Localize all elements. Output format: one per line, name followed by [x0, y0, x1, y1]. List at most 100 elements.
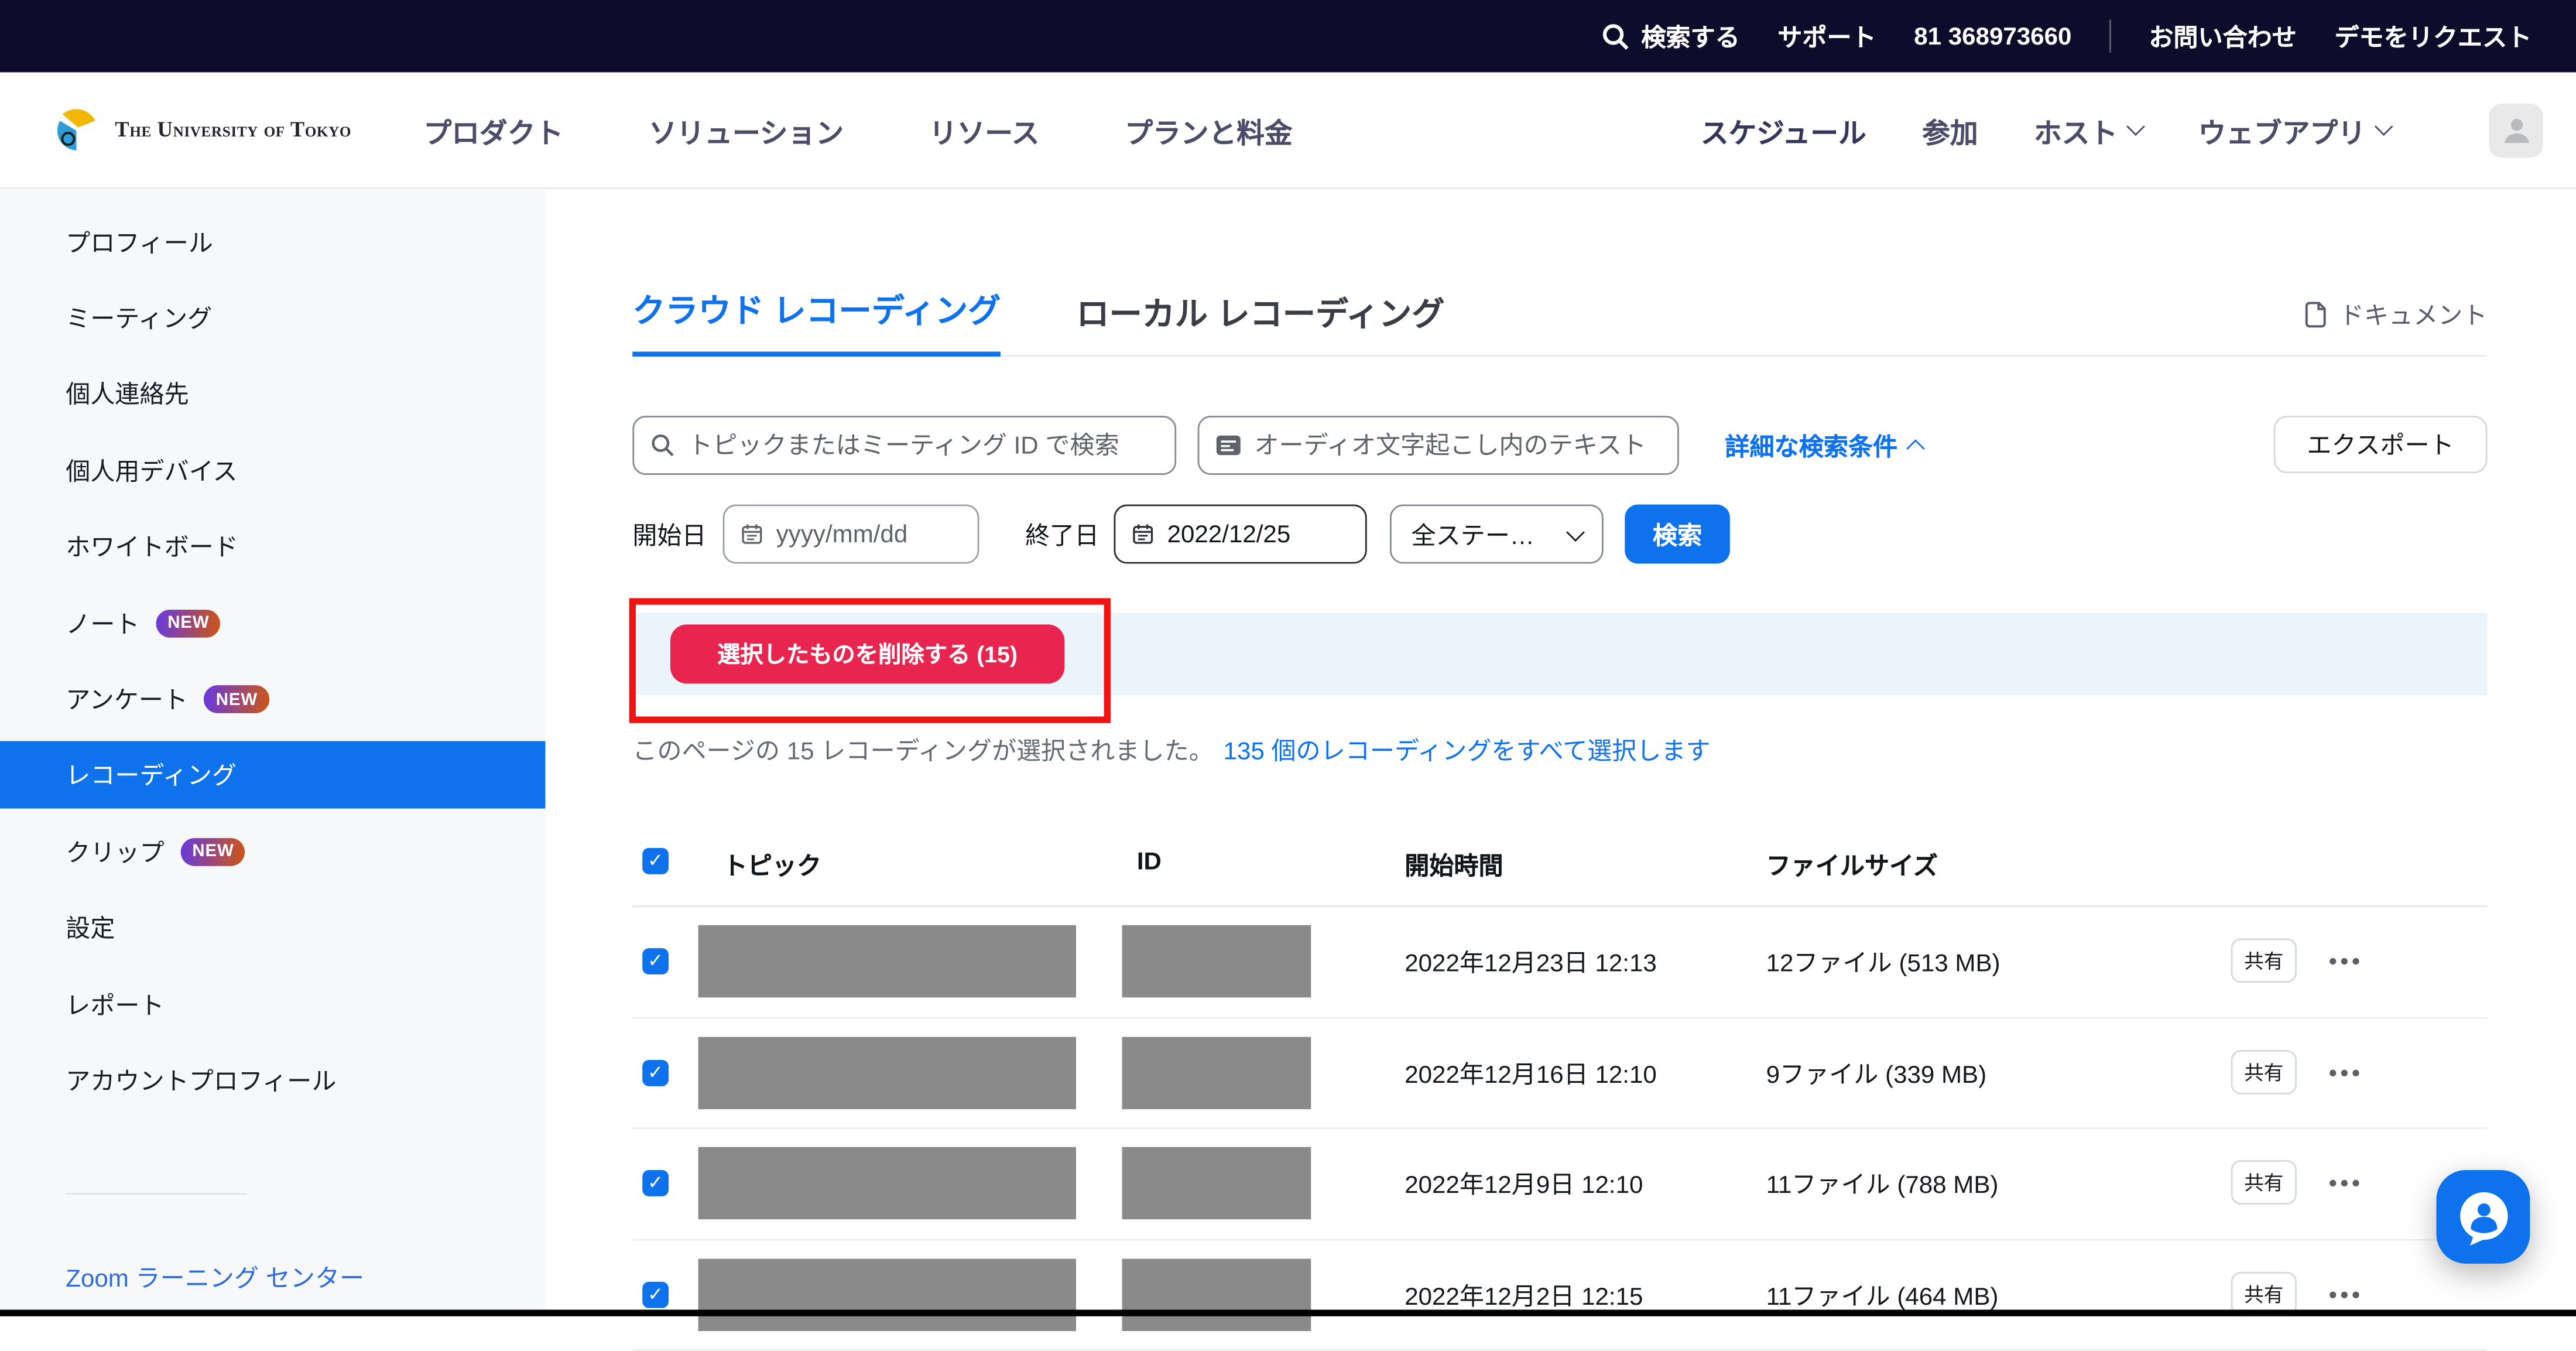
nav-schedule[interactable]: スケジュール — [1701, 110, 1866, 151]
status-select-value: 全ステー… — [1412, 517, 1535, 552]
topic-search-input[interactable] — [688, 432, 1158, 460]
more-actions-icon[interactable] — [2330, 1291, 2336, 1297]
tab-cloud-recordings[interactable]: クラウド レコーディング — [632, 284, 1001, 356]
sidebar: プロフィール ミーティング 個人連絡先 個人用デバイス ホワイトボード ノート N… — [0, 189, 546, 1316]
new-badge: NEW — [156, 609, 221, 637]
sidebar-item-profile[interactable]: プロフィール — [0, 204, 546, 280]
site-header: The University of Tokyo プロダクト ソリューション リソ… — [0, 72, 2576, 189]
topbar: 検索する サポート 81 368973660 お問い合わせ デモをリクエスト — [0, 0, 2576, 72]
sidebar-item-label: ノート — [66, 606, 139, 640]
sidebar-item-contacts[interactable]: 個人連絡先 — [0, 356, 546, 432]
row-start-time: 2022年12月2日 12:15 — [1405, 1278, 1643, 1312]
more-actions-icon[interactable] — [2330, 1069, 2336, 1075]
nav-plans-pricing[interactable]: プランと料金 — [1125, 110, 1292, 151]
chevron-down-icon — [2375, 117, 2393, 136]
selection-message: このページの 15 レコーディングが選択されました。 — [632, 732, 1213, 767]
nav-resources[interactable]: リソース — [929, 110, 1039, 151]
sidebar-item-clips[interactable]: クリップNEW — [0, 813, 546, 890]
calendar-icon — [1132, 521, 1155, 548]
university-logo-text: The University of Tokyo — [115, 117, 351, 143]
document-icon — [2303, 301, 2328, 329]
nav-webapp-menu[interactable]: ウェブアプリ — [2198, 110, 2390, 151]
row-checkbox[interactable] — [642, 1281, 669, 1307]
column-start-time: 開始時間 — [1405, 848, 1503, 883]
redacted-topic — [698, 1147, 1076, 1219]
tab-local-recordings[interactable]: ローカル レコーディング — [1076, 288, 1444, 355]
documentation-link[interactable]: ドキュメント — [2303, 297, 2487, 332]
export-button[interactable]: エクスポート — [2274, 416, 2488, 473]
sidebar-item-label: ホワイトボード — [66, 529, 238, 564]
nav-solutions[interactable]: ソリューション — [649, 110, 844, 151]
sidebar-item-reports[interactable]: レポート — [0, 966, 546, 1042]
sidebar-item-whiteboard[interactable]: ホワイトボード — [0, 509, 546, 585]
chevron-down-icon — [2126, 117, 2145, 136]
sidebar-item-label: レコーディング — [66, 758, 237, 793]
topbar-request-demo-link[interactable]: デモをリクエスト — [2334, 19, 2532, 53]
share-button[interactable]: 共有 — [2231, 938, 2297, 983]
sidebar-menu: プロフィール ミーティング 個人連絡先 個人用デバイス ホワイトボード ノート N… — [0, 189, 546, 1119]
row-checkbox[interactable] — [642, 1170, 669, 1196]
table-row: 2022年12月9日 12:10 11ファイル (788 MB) 共有 — [632, 1129, 2487, 1240]
nav-products[interactable]: プロダクト — [424, 110, 564, 151]
university-logo[interactable]: The University of Tokyo — [53, 105, 351, 155]
row-checkbox[interactable] — [642, 948, 669, 974]
share-button[interactable]: 共有 — [2231, 1160, 2297, 1205]
nav-host-menu[interactable]: ホスト — [2034, 110, 2142, 151]
sidebar-item-label: レポート — [66, 987, 164, 1021]
topbar-support-link[interactable]: サポート — [1777, 19, 1876, 53]
topbar-search-link[interactable]: 検索する — [1602, 19, 1740, 53]
transcript-search-input[interactable] — [1255, 432, 1661, 460]
chevron-up-icon — [1906, 439, 1925, 458]
learning-center-link[interactable]: Zoom ラーニング センター — [66, 1260, 545, 1294]
start-date-input[interactable] — [776, 520, 961, 548]
share-button[interactable]: 共有 — [2231, 1049, 2297, 1094]
header-right-nav: スケジュール 参加 ホスト ウェブアプリ — [1701, 102, 2576, 157]
delete-selected-button[interactable]: 選択したものを削除する (15) — [670, 624, 1064, 683]
documentation-label: ドキュメント — [2339, 297, 2488, 332]
selection-summary: このページの 15 レコーディングが選択されました。 135 個のレコーディング… — [632, 733, 2487, 766]
redacted-topic — [698, 1258, 1076, 1330]
row-checkbox[interactable] — [642, 1059, 669, 1086]
select-all-link[interactable]: 135 個のレコーディングをすべて選択します — [1224, 732, 1711, 767]
select-all-checkbox[interactable] — [642, 848, 669, 874]
advanced-search-link[interactable]: 詳細な検索条件 — [1725, 428, 1922, 463]
person-icon — [2498, 112, 2534, 148]
table-header: トピック ID 開始時間 ファイルサイズ — [632, 832, 2487, 907]
sidebar-item-recordings[interactable]: レコーディング — [0, 742, 546, 809]
sidebar-item-surveys[interactable]: アンケートNEW — [0, 661, 546, 737]
topbar-contact-link[interactable]: お問い合わせ — [2149, 19, 2297, 53]
redacted-topic — [698, 925, 1076, 997]
sidebar-item-notes[interactable]: ノート NEW — [0, 585, 546, 661]
search-row: 詳細な検索条件 エクスポート — [632, 416, 2487, 475]
sidebar-item-label: ミーティング — [66, 301, 212, 336]
column-file-size: ファイルサイズ — [1766, 848, 1938, 883]
university-ginkgo-icon — [53, 105, 102, 155]
sidebar-item-label: 個人連絡先 — [66, 377, 189, 412]
topbar-search-label: 検索する — [1641, 19, 1739, 53]
selection-banner: 選択したものを削除する (15) — [632, 613, 2487, 695]
sidebar-item-label: 設定 — [66, 911, 115, 945]
nav-webapp-label: ウェブアプリ — [2198, 110, 2366, 151]
row-start-time: 2022年12月16日 12:10 — [1405, 1056, 1657, 1090]
support-chat-button[interactable] — [2436, 1170, 2530, 1264]
status-select[interactable]: 全ステー… — [1390, 504, 1604, 563]
topbar-divider — [2109, 20, 2111, 53]
user-avatar[interactable] — [2489, 102, 2543, 157]
more-actions-icon[interactable] — [2330, 1180, 2336, 1186]
chevron-down-icon — [1566, 523, 1585, 542]
start-date-box — [723, 504, 979, 563]
more-actions-icon[interactable] — [2330, 958, 2336, 964]
filter-row: 開始日 終了日 全ステー… 検索 — [632, 504, 2487, 563]
sidebar-item-devices[interactable]: 個人用デバイス — [0, 432, 546, 508]
row-start-time: 2022年12月9日 12:10 — [1405, 1167, 1643, 1201]
nav-join[interactable]: 参加 — [1922, 110, 1978, 151]
end-date-input[interactable] — [1167, 520, 1349, 548]
row-file-size: 9ファイル (339 MB) — [1766, 1056, 1987, 1090]
search-button[interactable]: 検索 — [1625, 504, 1730, 563]
sidebar-item-settings[interactable]: 設定 — [0, 890, 546, 966]
zoom-web-portal: 検索する サポート 81 368973660 お問い合わせ デモをリクエスト T… — [0, 0, 2576, 1316]
column-topic: トピック — [723, 848, 821, 883]
sidebar-item-meetings[interactable]: ミーティング — [0, 280, 546, 356]
end-date-label: 終了日 — [1025, 517, 1099, 552]
sidebar-item-account-profile[interactable]: アカウントプロフィール — [0, 1042, 546, 1119]
